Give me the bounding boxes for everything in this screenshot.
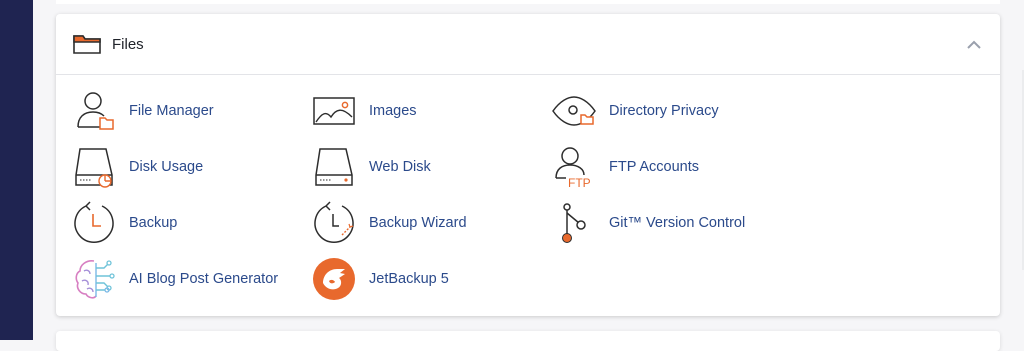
backup-wizard-link[interactable]: Backup Wizard [312,199,467,247]
web-disk-label: Web Disk [369,159,431,175]
jetbackup-icon [313,258,355,300]
previous-panel-edge [56,0,1000,4]
files-panel: Files File Manager Images Directory Priv… [56,14,1000,316]
file-manager-icon [77,92,114,130]
folder-icon [73,35,101,54]
backup-icon [74,201,114,243]
panel-title: Files [112,36,144,53]
images-link[interactable]: Images [312,87,417,135]
next-panel-edge [56,331,1000,351]
backup-wizard-label: Backup Wizard [369,215,467,231]
ftp-accounts-link[interactable]: FTP FTP Accounts [552,143,699,191]
left-sidebar-rail [0,0,33,340]
directory-privacy-link[interactable]: Directory Privacy [552,87,719,135]
jetbackup-label: JetBackup 5 [369,271,449,287]
directory-privacy-icon [552,96,596,126]
disk-usage-icon [75,148,113,188]
chevron-up-icon[interactable] [964,38,984,52]
disk-usage-label: Disk Usage [129,159,204,175]
backup-wizard-icon [314,201,354,243]
files-panel-header[interactable]: Files [56,14,1000,75]
file-manager-label: File Manager [129,103,214,119]
ftp-accounts-label: FTP Accounts [609,159,699,175]
ai-blog-post-generator-label: AI Blog Post Generator [129,271,279,287]
ftp-icon-text: FTP [568,176,591,189]
git-version-control-link[interactable]: Git™ Version Control [552,199,745,247]
web-disk-icon [315,148,353,186]
web-disk-link[interactable]: Web Disk [312,143,431,191]
ai-blog-post-generator-icon [75,260,115,299]
ai-blog-post-generator-link[interactable]: AI Blog Post Generator [72,255,278,303]
backup-link[interactable]: Backup [72,199,177,247]
images-icon [313,97,355,125]
git-version-control-label: Git™ Version Control [609,215,746,231]
ftp-accounts-icon: FTP [555,147,591,189]
file-manager-link[interactable]: File Manager [72,87,214,135]
directory-privacy-label: Directory Privacy [609,103,719,119]
jetbackup-link[interactable]: JetBackup 5 [312,255,449,303]
disk-usage-link[interactable]: Disk Usage [72,143,203,191]
backup-label: Backup [129,215,178,231]
right-edge-border [1022,70,1024,270]
git-version-control-icon [562,203,586,243]
images-label: Images [369,103,417,119]
